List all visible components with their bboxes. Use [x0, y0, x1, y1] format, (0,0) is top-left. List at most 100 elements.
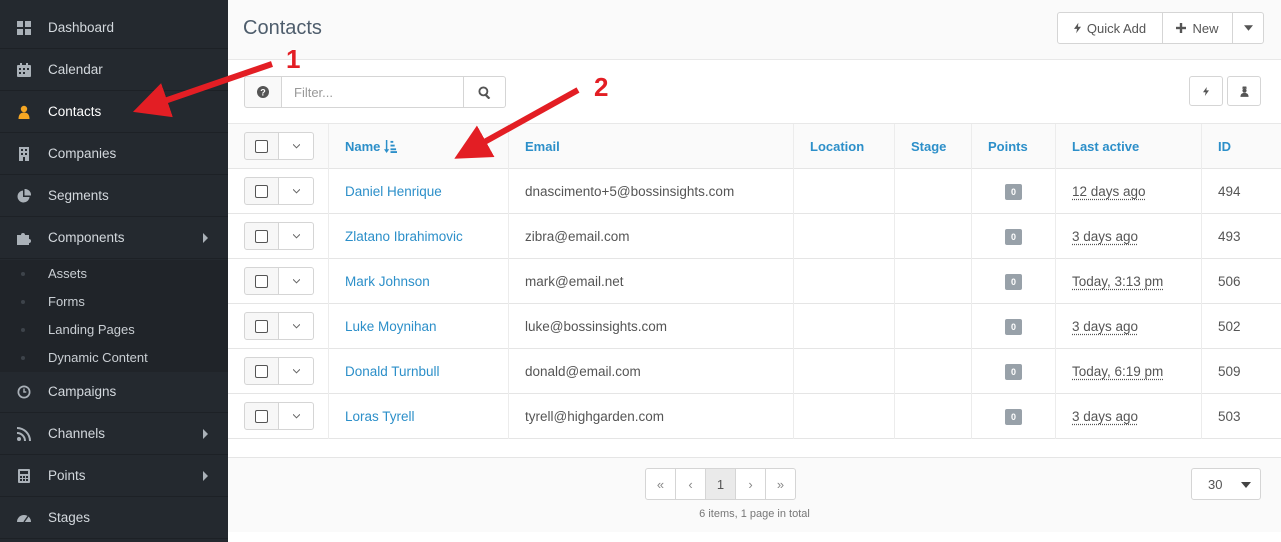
contact-name-link[interactable]: Luke Moynihan — [345, 319, 437, 334]
cell-name: Luke Moynihan — [329, 304, 509, 349]
sidebar-item-segments[interactable]: Segments — [0, 175, 228, 217]
sidebar-item-stages[interactable]: Stages — [0, 497, 228, 539]
contact-id: 493 — [1218, 229, 1241, 244]
row-actions-toggle[interactable] — [279, 177, 314, 205]
column-header-stage[interactable]: Stage — [895, 124, 972, 169]
cell-id: 494 — [1202, 169, 1281, 214]
cell-name: Donald Turnbull — [329, 349, 509, 394]
new-dropdown-toggle[interactable] — [1232, 12, 1264, 44]
filter-input[interactable] — [282, 76, 464, 108]
next-page-button[interactable]: › — [735, 468, 766, 500]
bullet-icon — [21, 356, 25, 360]
select-all-checkbox[interactable] — [244, 132, 279, 160]
previous-page-button[interactable]: ‹ — [675, 468, 706, 500]
cell-location — [794, 304, 895, 349]
page-1-button[interactable]: 1 — [705, 468, 736, 500]
bulk-actions-toggle[interactable] — [279, 132, 314, 160]
contact-name-link[interactable]: Zlatano Ibrahimovic — [345, 229, 463, 244]
sidebar-item-calendar[interactable]: Calendar — [0, 49, 228, 91]
bullet-icon — [21, 272, 25, 276]
column-header-location[interactable]: Location — [794, 124, 895, 169]
row-checkbox[interactable] — [244, 267, 279, 295]
sidebar-item-campaigns[interactable]: Campaigns — [0, 371, 228, 413]
row-select-cell — [228, 259, 329, 304]
cell-email: tyrell@highgarden.com — [509, 394, 794, 439]
contact-id: 506 — [1218, 274, 1241, 289]
row-checkbox[interactable] — [244, 357, 279, 385]
page-title: Contacts — [243, 17, 322, 39]
new-label: New — [1192, 20, 1219, 36]
cell-last-active: 3 days ago — [1056, 394, 1202, 439]
table-row: Loras Tyrell tyrell@highgarden.com 0 3 days… — [228, 394, 1281, 439]
sidebar-item-companies[interactable]: Companies — [0, 133, 228, 175]
contact-name-link[interactable]: Loras Tyrell — [345, 409, 415, 424]
last-active-date: 12 days ago — [1072, 184, 1146, 199]
contact-email: zibra@email.com — [525, 229, 630, 244]
column-header-name[interactable]: Name — [329, 124, 509, 169]
plus-icon — [1176, 23, 1187, 33]
last-active-date: Today, 3:13 pm — [1072, 274, 1164, 289]
column-header-last-active[interactable]: Last active — [1056, 124, 1202, 169]
chevron-down-icon — [292, 413, 300, 419]
contact-name-link[interactable]: Donald Turnbull — [345, 364, 440, 379]
column-header-points[interactable]: Points — [972, 124, 1056, 169]
quick-filter-button[interactable] — [1189, 76, 1223, 106]
row-actions-toggle[interactable] — [279, 222, 314, 250]
cell-stage — [895, 394, 972, 439]
first-page-button[interactable]: « — [645, 468, 676, 500]
points-badge: 0 — [1005, 183, 1022, 200]
cell-email: zibra@email.com — [509, 214, 794, 259]
column-header-email[interactable]: Email — [509, 124, 794, 169]
annotation-marker-1: 1 — [286, 44, 301, 74]
components-submenu: Assets Forms Landing Pages Dynamic Conte… — [0, 260, 228, 372]
row-checkbox[interactable] — [244, 222, 279, 250]
points-badge: 0 — [1005, 273, 1022, 290]
cell-points: 0 — [972, 214, 1056, 259]
contact-name-link[interactable]: Daniel Henrique — [345, 184, 442, 199]
select-all-cell — [228, 124, 329, 169]
row-select-group — [244, 357, 314, 385]
sidebar-item-channels[interactable]: Channels — [0, 413, 228, 455]
row-select-cell — [228, 304, 329, 349]
row-actions-toggle[interactable] — [279, 357, 314, 385]
caret-down-icon — [1243, 25, 1253, 31]
submenu-item-dynamic-content[interactable]: Dynamic Content — [48, 344, 148, 372]
row-actions-toggle[interactable] — [279, 402, 314, 430]
cell-location — [794, 259, 895, 304]
table-row: Donald Turnbull donald@email.com 0 Today, 6… — [228, 349, 1281, 394]
pie-chart-icon — [0, 188, 48, 203]
cell-stage — [895, 349, 972, 394]
sidebar-item-dashboard[interactable]: Dashboard — [0, 7, 228, 49]
submenu-item-landing-pages[interactable]: Landing Pages — [48, 316, 135, 344]
last-page-button[interactable]: » — [765, 468, 796, 500]
table-header: Name Email Location Stage Points Last ac… — [228, 124, 1281, 169]
last-active-date: 3 days ago — [1072, 409, 1139, 424]
per-page-select[interactable]: 30 — [1191, 468, 1261, 500]
row-select-group — [244, 177, 314, 205]
sidebar-item-points[interactable]: Points — [0, 455, 228, 497]
new-button[interactable]: New — [1162, 12, 1233, 44]
cell-last-active: Today, 3:13 pm — [1056, 259, 1202, 304]
contact-name-link[interactable]: Mark Johnson — [345, 274, 430, 289]
row-select-group — [244, 267, 314, 295]
last-active-date: 3 days ago — [1072, 229, 1139, 244]
cell-id: 509 — [1202, 349, 1281, 394]
submenu-item-assets[interactable]: Assets — [48, 260, 87, 288]
submenu-item-forms[interactable]: Forms — [48, 288, 85, 316]
cell-name: Daniel Henrique — [329, 169, 509, 214]
row-actions-toggle[interactable] — [279, 312, 314, 340]
column-header-id[interactable]: ID — [1202, 124, 1281, 169]
row-checkbox[interactable] — [244, 402, 279, 430]
row-checkbox[interactable] — [244, 312, 279, 340]
search-button[interactable] — [464, 76, 506, 108]
sidebar-item-components[interactable]: Components — [0, 217, 228, 259]
calculator-icon — [0, 468, 48, 483]
contact-email: donald@email.com — [525, 364, 641, 379]
cell-points: 0 — [972, 394, 1056, 439]
anonymous-filter-button[interactable] — [1227, 76, 1261, 106]
row-checkbox[interactable] — [244, 177, 279, 205]
quick-add-button[interactable]: Quick Add — [1057, 12, 1163, 44]
filter-help-button[interactable]: ? — [244, 76, 282, 108]
sidebar-item-contacts[interactable]: Contacts — [0, 91, 228, 133]
row-actions-toggle[interactable] — [279, 267, 314, 295]
